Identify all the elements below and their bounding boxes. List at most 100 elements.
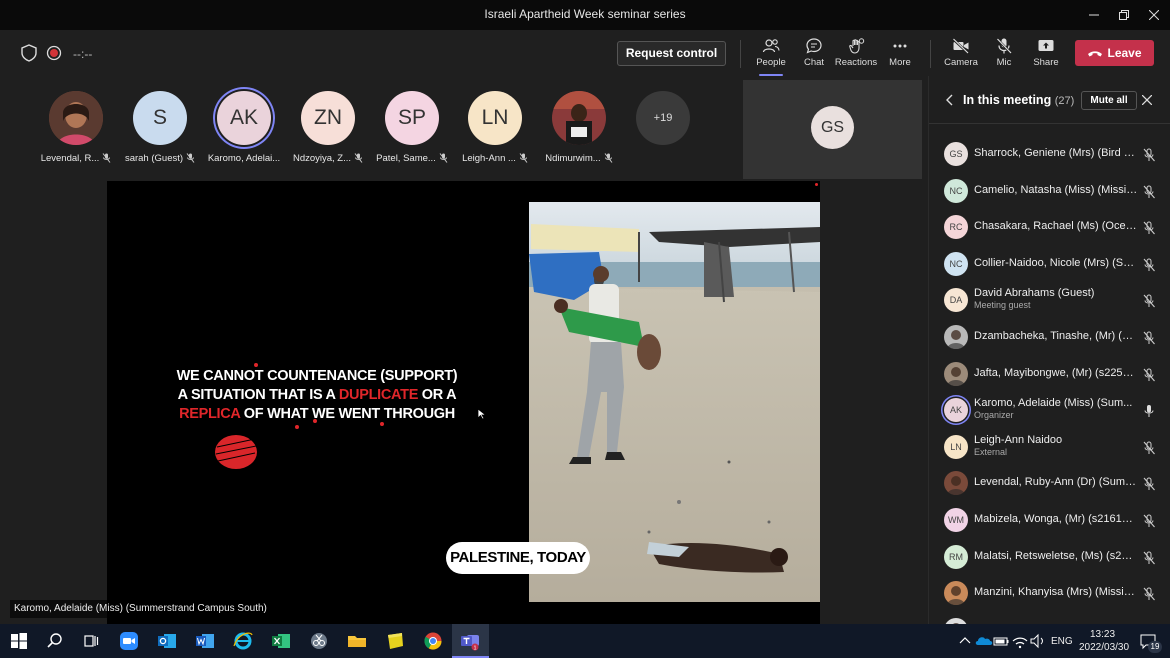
mic-off-icon[interactable]: [1142, 185, 1156, 199]
participant-row[interactable]: WM Mabizela, Wonga, (Mr) (s216154...: [929, 502, 1170, 539]
mic-off-icon: [186, 153, 195, 164]
mic-button[interactable]: Mic: [982, 37, 1026, 68]
participant-row[interactable]: LN Leigh-Ann Naidoo External: [929, 429, 1170, 466]
participant-tile[interactable]: SP Patel, Same...: [370, 91, 454, 164]
participant-role: Meeting guest: [974, 300, 1031, 311]
participant-row[interactable]: Dzambacheka, Tinashe, (Mr) (s2...: [929, 319, 1170, 356]
quote-line-1: WE CANNOT COUNTENANCE (SUPPORT): [176, 368, 458, 384]
mic-off-icon[interactable]: [1142, 148, 1156, 162]
participant-name: Leigh-Ann ...: [462, 153, 516, 164]
panel-header: In this meeting (27) Mute all: [929, 76, 1170, 124]
spotlight-video-tile[interactable]: GS: [743, 80, 922, 179]
participant-row[interactable]: NC Camelio, Natasha (Miss) (Missio...: [929, 173, 1170, 210]
file-explorer-icon[interactable]: [347, 631, 367, 651]
clock-date[interactable]: 2022/03/30: [1079, 642, 1129, 653]
mic-off-icon[interactable]: [1142, 368, 1156, 382]
avatar: [944, 361, 968, 386]
more-button[interactable]: More: [878, 37, 922, 68]
teams-taskbar-button[interactable]: 1: [452, 624, 489, 658]
participant-tile[interactable]: Levendal, R...: [34, 91, 118, 164]
language-indicator[interactable]: ENG: [1051, 636, 1073, 647]
participant-row[interactable]: NC Collier-Naidoo, Nicole (Mrs) (Su...: [929, 246, 1170, 283]
outlook-icon[interactable]: [157, 631, 177, 651]
mic-on-icon[interactable]: [1142, 404, 1156, 418]
sticky-notes-icon[interactable]: [385, 631, 405, 651]
participant-row[interactable]: AK Karomo, Adelaide (Miss) (Sum... Organiz…: [929, 392, 1170, 429]
participant-name: Chasakara, Rachael (Ms) (Ocean ...: [974, 220, 1138, 233]
overflow-participants-button[interactable]: +19: [621, 91, 705, 145]
mic-off-icon[interactable]: [1142, 551, 1156, 565]
mouse-cursor-icon: [477, 408, 487, 420]
participant-row[interactable]: Jafta, Mayibongwe, (Mr) (s22528...: [929, 356, 1170, 393]
participant-row[interactable]: DA David Abrahams (Guest) Meeting guest: [929, 282, 1170, 319]
more-label: More: [889, 57, 911, 68]
internet-explorer-icon[interactable]: [233, 631, 253, 651]
avatar-initials: NC: [949, 185, 963, 196]
clock-time[interactable]: 13:23: [1090, 629, 1115, 640]
snipping-tool-icon[interactable]: [309, 631, 329, 651]
chevron-up-icon[interactable]: [955, 631, 975, 651]
participant-tile[interactable]: ZN Ndzoyiya, Z...: [286, 91, 370, 164]
search-icon[interactable]: [45, 631, 65, 651]
mic-off-icon[interactable]: [1142, 294, 1156, 308]
windows-taskbar: 1 ENG 13:23 2022/03/30 19: [0, 624, 1170, 658]
avatar: S: [133, 91, 187, 145]
participant-tile[interactable]: LN Leigh-Ann ...: [453, 91, 537, 164]
windows-start-icon[interactable]: [9, 631, 29, 651]
task-view-icon[interactable]: [81, 631, 101, 651]
leave-button[interactable]: Leave: [1075, 40, 1154, 66]
chat-button[interactable]: Chat: [792, 37, 836, 68]
divider: [930, 40, 931, 68]
participant-row[interactable]: Manzini, Khanyisa (Mrs) (Missio...: [929, 575, 1170, 612]
excel-icon[interactable]: [271, 631, 291, 651]
wifi-icon[interactable]: [1010, 631, 1030, 651]
close-icon[interactable]: [1142, 95, 1152, 105]
zoom-app-icon[interactable]: [119, 631, 139, 651]
participant-name: Dzambacheka, Tinashe, (Mr) (s2...: [974, 329, 1138, 342]
mic-off-icon[interactable]: [1142, 587, 1156, 601]
participant-row[interactable]: RC Chasakara, Rachael (Ms) (Ocean ...: [929, 209, 1170, 246]
avatar: LN: [944, 434, 968, 459]
mic-off-icon[interactable]: [1142, 258, 1156, 272]
quote-highlight: REPLICA: [179, 406, 241, 422]
share-button[interactable]: Share: [1024, 37, 1068, 68]
volume-icon[interactable]: [1028, 631, 1048, 651]
title-bar: Israeli Apartheid Week seminar series: [0, 0, 1170, 30]
participant-tile[interactable]: S sarah (Guest): [118, 91, 202, 164]
camera-button[interactable]: Camera: [939, 37, 983, 68]
participant-tile[interactable]: Ndimurwim...: [537, 91, 621, 164]
share-icon: [1038, 40, 1054, 51]
overflow-count: +19: [636, 91, 690, 145]
reactions-button[interactable]: Reactions: [834, 37, 878, 68]
people-button[interactable]: People: [749, 37, 793, 76]
battery-icon[interactable]: [991, 631, 1011, 651]
request-control-button[interactable]: Request control: [617, 41, 726, 66]
mic-off-icon[interactable]: [1142, 221, 1156, 235]
participant-name: Ndzoyiya, Z...: [292, 153, 352, 164]
participant-row[interactable]: Levendal, Ruby-Ann (Dr) (Summ...: [929, 465, 1170, 502]
participant-tile[interactable]: AK Karomo, Adelai...: [202, 91, 286, 164]
restore-button[interactable]: [1109, 0, 1139, 30]
presentation-slide: WE CANNOT COUNTENANCE (SUPPORT) A SITUAT…: [107, 181, 820, 624]
participant-row[interactable]: RM Malatsi, Retsweletse, (Ms) (s220...: [929, 539, 1170, 576]
shield-icon[interactable]: [20, 44, 38, 62]
mic-off-icon[interactable]: [1142, 331, 1156, 345]
window-title: Israeli Apartheid Week seminar series: [484, 7, 686, 21]
camera-label: Camera: [944, 57, 978, 68]
participant-row[interactable]: Matthew (Guest): [929, 612, 1170, 624]
chevron-left-icon[interactable]: [945, 94, 955, 106]
mic-off-icon[interactable]: [1142, 477, 1156, 491]
mic-off-icon[interactable]: [1142, 514, 1156, 528]
avatar: [552, 91, 606, 145]
close-window-button[interactable]: [1139, 0, 1169, 30]
word-icon[interactable]: [195, 631, 215, 651]
mute-all-button[interactable]: Mute all: [1081, 91, 1137, 110]
minimize-button[interactable]: [1079, 0, 1109, 30]
avatar: [944, 471, 968, 496]
mic-off-icon[interactable]: [1142, 441, 1156, 455]
participant-name: sarah (Guest): [124, 153, 184, 164]
participant-photo: [552, 91, 606, 145]
chrome-icon[interactable]: [423, 631, 443, 651]
participant-row[interactable]: GS Sharrock, Geniene (Mrs) (Bird Str...: [929, 136, 1170, 173]
meeting-toolbar: --:-- Request control People Chat Reacti…: [0, 30, 1170, 76]
